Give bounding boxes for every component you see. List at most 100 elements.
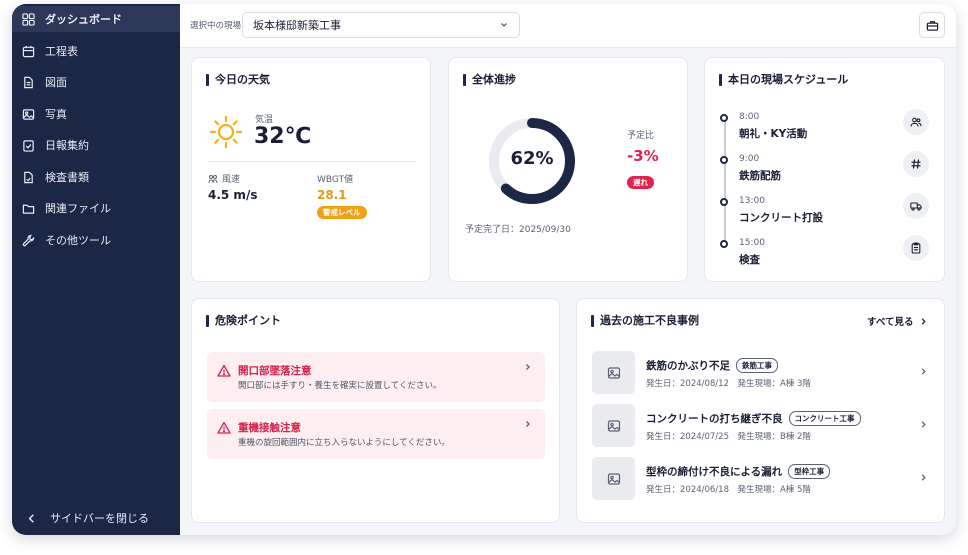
schedule-time: 9:00 [739, 154, 760, 164]
weather-card: 今日の天気 気温 32℃ 風速 4.5 m/s WBGT値 28.1 警戒レベル [191, 57, 431, 282]
wbgt-badge: 警戒レベル [317, 206, 367, 219]
schedule-item: 9:00 鉄筋配筋 [719, 151, 943, 190]
schedule-card: 本日の現場スケジュール 8:00 朝礼・KY活動 9:00 鉄筋配筋 13:00… [704, 57, 945, 282]
defect-title: コンクリートの打ち継ぎ不良 コンクリート工事 [646, 411, 861, 426]
defects-card: 過去の施工不良事例 すべて見る 鉄筋のかぶり不足 鉄筋工事 発生日：2024/08… [576, 298, 945, 523]
defect-title: 型枠の締付け不良による漏れ 型枠工事 [646, 464, 831, 479]
finish-date: 予定完了日：2025/09/30 [465, 225, 571, 235]
schedule-time: 8:00 [739, 112, 760, 122]
collapse-sidebar-label: サイドバーを閉じる [50, 512, 149, 525]
schedule-item: 15:00 検査 [719, 235, 943, 274]
danger-item-title: 重機接触注意 [238, 422, 301, 434]
sidebar-item-schedule[interactable]: 工程表 [12, 38, 180, 64]
defect-meta: 発生日：2024/08/12 発生現場：A棟 3階 [646, 379, 811, 389]
chevron-right-icon [526, 364, 530, 370]
see-all-label: すべて見る [867, 317, 914, 328]
sidebar-item-label: その他ツール [45, 234, 111, 247]
schedule-task: 朝礼・KY活動 [739, 128, 808, 140]
schedule-task: 検査 [739, 254, 760, 266]
defects-title: 過去の施工不良事例 [591, 315, 699, 327]
defect-tag: コンクリート工事 [788, 411, 861, 426]
image-icon [607, 419, 620, 432]
defect-item[interactable]: 鉄筋のかぶり不足 鉄筋工事 発生日：2024/08/12 発生現場：A棟 3階 [592, 351, 932, 395]
toolbox-button[interactable] [919, 12, 945, 38]
sidebar-item-label: 関連ファイル [45, 202, 111, 215]
clipboard-icon[interactable] [903, 235, 929, 261]
wind-label-text: 風速 [222, 175, 241, 185]
document-icon [21, 75, 35, 89]
sidebar-item-other-tools[interactable]: その他ツール [12, 227, 180, 253]
schedule-time: 15:00 [739, 238, 765, 248]
danger-item-desc: 重機の旋回範囲内に立ち入らないようにしてください。 [238, 438, 450, 448]
defect-tag: 型枠工事 [788, 464, 831, 479]
defect-thumbnail [592, 351, 635, 394]
danger-item-desc: 開口部には手すり・養生を確実に設置してください。 [238, 381, 442, 391]
defect-meta: 発生日：2024/06/18 発生現場：A棟 5階 [646, 485, 811, 495]
chevron-right-icon [526, 421, 530, 427]
sidebar-item-label: 図面 [45, 76, 67, 89]
calendar-icon [21, 44, 35, 58]
people-icon[interactable] [903, 109, 929, 135]
weather-title: 今日の天気 [206, 74, 270, 86]
clipboard-check-icon [21, 138, 35, 152]
plan-ratio-label: 予定比 [627, 131, 655, 141]
sidebar-item-daily-reports[interactable]: 日報集約 [12, 132, 180, 158]
schedule-title: 本日の現場スケジュール [719, 74, 848, 86]
progress-percent: 62% [510, 148, 554, 169]
wrench-icon [21, 233, 35, 247]
defect-meta: 発生日：2024/07/25 発生現場：B棟 2階 [646, 432, 811, 442]
truck-icon[interactable] [903, 193, 929, 219]
chevron-right-icon [921, 368, 926, 375]
sidebar-item-drawings[interactable]: 図面 [12, 69, 180, 95]
defect-thumbnail [592, 457, 635, 500]
danger-title: 危険ポイント [206, 315, 281, 327]
plan-ratio-value: -3% [627, 147, 659, 165]
site-label: 選択中の現場 [190, 21, 242, 31]
danger-item-title: 開口部墜落注意 [238, 365, 312, 377]
warning-icon [217, 421, 231, 434]
defect-title-text: コンクリートの打ち継ぎ不良 [646, 413, 783, 425]
schedule-task: コンクリート打設 [739, 212, 823, 224]
defect-thumbnail [592, 404, 635, 447]
sidebar-item-dashboard[interactable]: ダッシュボード [12, 6, 180, 32]
chevron-right-icon [921, 421, 926, 428]
divider [208, 161, 416, 162]
defect-title-text: 型枠の締付け不良による漏れ [646, 466, 783, 478]
temperature-value: 32℃ [254, 124, 312, 149]
folder-icon [21, 201, 35, 215]
topbar: 選択中の現場 坂本様邸新築工事 [180, 4, 956, 48]
progress-card: 全体進捗 62% 予定比 -3% 遅れ 予定完了日：2025/09/30 [448, 57, 688, 282]
defect-tag: 鉄筋工事 [736, 358, 778, 373]
chevron-down-icon [501, 23, 507, 27]
sidebar-item-label: 検査書類 [45, 171, 89, 184]
danger-card: 危険ポイント 開口部墜落注意 開口部には手すり・養生を確実に設置してください。 … [191, 298, 560, 523]
schedule-item: 8:00 朝礼・KY活動 [719, 109, 943, 148]
chevron-right-icon [922, 317, 927, 325]
schedule-item: 13:00 コンクリート打設 [719, 193, 943, 232]
see-all-link[interactable]: すべて見る [867, 314, 928, 328]
sidebar-item-photos[interactable]: 写真 [12, 101, 180, 127]
hash-icon[interactable] [903, 151, 929, 177]
defect-title: 鉄筋のかぶり不足 鉄筋工事 [646, 358, 778, 373]
defect-item[interactable]: コンクリートの打ち継ぎ不良 コンクリート工事 発生日：2024/07/25 発生現… [592, 404, 932, 448]
image-icon [21, 107, 35, 121]
timeline-dot [720, 114, 728, 122]
delay-badge: 遅れ [627, 176, 654, 189]
dashboard-icon [21, 12, 35, 26]
sidebar-item-related-files[interactable]: 関連ファイル [12, 195, 180, 221]
app-window: ダッシュボード 工程表 図面 写真 日報集約 検査書類 関連ファイル その他ツー… [12, 4, 956, 535]
wbgt-value: 28.1 [317, 188, 347, 202]
defect-item[interactable]: 型枠の締付け不良による漏れ 型枠工事 発生日：2024/06/18 発生現場：A棟… [592, 457, 932, 501]
image-icon [607, 366, 620, 379]
sidebar-item-inspection-docs[interactable]: 検査書類 [12, 164, 180, 190]
wbgt-label: WBGT値 [317, 175, 354, 185]
site-select[interactable]: 坂本様邸新築工事 [242, 12, 520, 38]
sidebar-item-label: 写真 [45, 108, 67, 121]
sidebar-item-label: ダッシュボード [45, 13, 122, 26]
timeline-dot [720, 240, 728, 248]
danger-item[interactable]: 重機接触注意 重機の旋回範囲内に立ち入らないようにしてください。 [207, 409, 545, 459]
defect-title-text: 鉄筋のかぶり不足 [646, 360, 730, 372]
chevron-right-icon [921, 474, 926, 481]
danger-item[interactable]: 開口部墜落注意 開口部には手すり・養生を確実に設置してください。 [207, 352, 545, 402]
collapse-sidebar-button[interactable]: サイドバーを閉じる [12, 506, 180, 530]
